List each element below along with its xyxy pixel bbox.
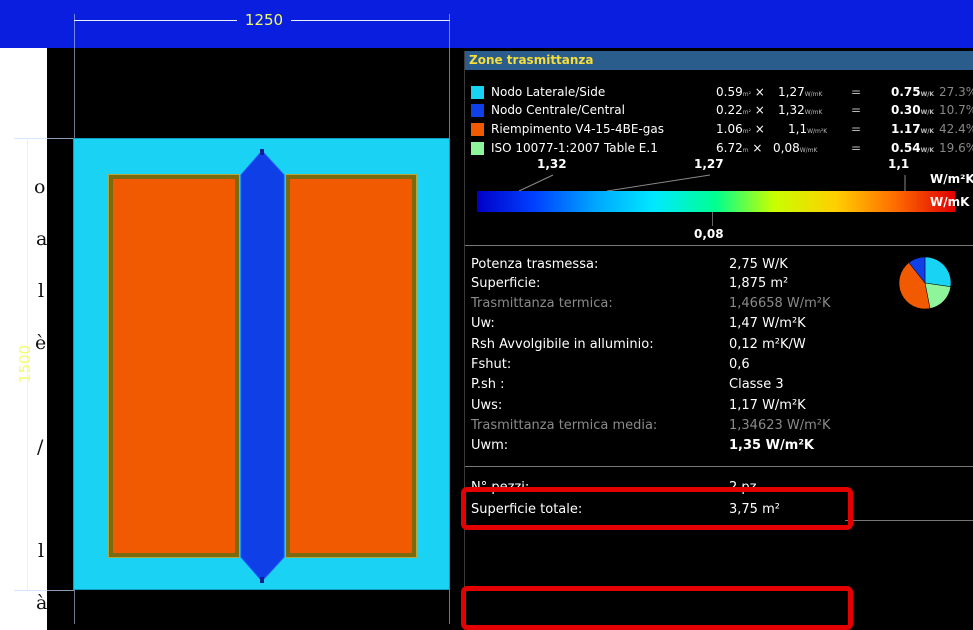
- distribution-pie: [898, 256, 952, 310]
- zone-area: 0.22m² ×: [716, 103, 765, 117]
- right-glass-pane[interactable]: [290, 179, 412, 553]
- zone-row-side[interactable]: Nodo Laterale/Side 0.59m² × 1,27W/mK = 0…: [471, 84, 973, 101]
- zone-u-value: 1,1W/m²K: [788, 122, 828, 136]
- zone-equals: =: [851, 122, 862, 136]
- window-frame[interactable]: [73, 138, 450, 590]
- zone-equals: =: [851, 103, 862, 117]
- separator: [845, 520, 973, 521]
- text-fragment: l: [38, 280, 45, 302]
- zone-swatch: [471, 104, 484, 117]
- height-dimension-label: 1500: [16, 344, 35, 384]
- zone-swatch: [471, 123, 484, 136]
- info-row: Trasmittanza termica media: 1,34623 W/m²K: [471, 418, 831, 433]
- info-row: Fshut: 0,6: [471, 357, 750, 372]
- gradient-label: 1,27: [694, 157, 724, 171]
- left-glass-pane[interactable]: [113, 179, 235, 553]
- dimension-guide-top: [14, 138, 74, 139]
- width-dimension-label: 1250: [237, 11, 291, 29]
- zone-area: 1.06m² ×: [716, 122, 765, 136]
- text-fragment: /: [37, 436, 44, 458]
- separator: [465, 466, 973, 467]
- info-row: Trasmittanza termica: 1,46658 W/m²K: [471, 296, 831, 311]
- zone-u-value: 0,08W/mK: [773, 141, 818, 155]
- gradient-label: 1,32: [537, 157, 567, 171]
- gradient-label: 1,1: [888, 157, 910, 171]
- zone-row-iso[interactable]: ISO 10077-1:2007 Table E.1 6.72m × 0,08W…: [471, 140, 973, 157]
- zone-equals: =: [851, 141, 862, 155]
- zone-area: 0.59m² ×: [716, 85, 765, 99]
- zone-percent: 27.3%: [939, 85, 973, 99]
- left-document-strip: o a l è / l à: [0, 48, 47, 630]
- zone-name: Riempimento V4-15-4BE-gas: [491, 122, 665, 136]
- zone-name: Nodo Laterale/Side: [491, 85, 606, 99]
- dimension-guide-bottom: [14, 590, 74, 591]
- info-row: Potenza trasmessa: 2,75 W/K: [471, 257, 788, 272]
- separator: [465, 245, 973, 246]
- zone-percent: 19.6%: [939, 141, 973, 155]
- text-fragment: a: [36, 228, 48, 250]
- zone-name: Nodo Centrale/Central: [491, 103, 625, 117]
- text-fragment: o: [34, 176, 46, 198]
- zone-name: ISO 10077-1:2007 Table E.1: [491, 141, 658, 155]
- zone-equals: =: [851, 85, 862, 99]
- gradient-unit-bottom: W/mK: [930, 195, 970, 209]
- zone-value: 0.75W/K: [891, 85, 935, 99]
- info-row: P.sh : Classe 3: [471, 377, 784, 392]
- info-row: Uwm: 1,35 W/m²K: [471, 438, 815, 453]
- text-fragment: è: [35, 332, 47, 354]
- gradient-tick: [712, 212, 713, 226]
- zone-row-filling[interactable]: Riempimento V4-15-4BE-gas 1.06m² × 1,1W/…: [471, 121, 973, 138]
- zone-percent: 42.4%: [939, 122, 973, 136]
- pie-slice: [924, 256, 952, 288]
- zone-swatch: [471, 142, 484, 155]
- zone-row-central[interactable]: Nodo Centrale/Central 0.22m² × 1,32W/mK …: [471, 102, 973, 119]
- text-fragment: l: [38, 540, 45, 562]
- highlight-total-surface: [461, 487, 853, 530]
- transmittance-color-scale: [477, 191, 955, 212]
- gradient-label: 0,08: [694, 227, 724, 241]
- transmittance-panel: Zone trasmittanza Nodo Laterale/Side 0.5…: [464, 51, 973, 630]
- info-row: Superficie: 1,875 m²: [471, 276, 789, 291]
- text-fragment: à: [36, 592, 48, 614]
- panel-title: Zone trasmittanza: [465, 51, 973, 70]
- zone-value: 0.30W/K: [891, 103, 935, 117]
- zone-swatch: [471, 86, 484, 99]
- zone-value: 1.17W/K: [891, 122, 935, 136]
- info-row: Uw: 1,47 W/m²K: [471, 316, 806, 331]
- zone-u-value: 1,32W/mK: [778, 103, 823, 117]
- info-row: Rsh Avvolgibile in alluminio: 0,12 m²K/W: [471, 337, 806, 352]
- zone-u-value: 1,27W/mK: [778, 85, 823, 99]
- central-node[interactable]: [240, 149, 285, 583]
- zone-percent: 10.7%: [939, 103, 973, 117]
- info-row: Uws: 1,17 W/m²K: [471, 398, 806, 413]
- highlight-empty-row: [461, 586, 853, 630]
